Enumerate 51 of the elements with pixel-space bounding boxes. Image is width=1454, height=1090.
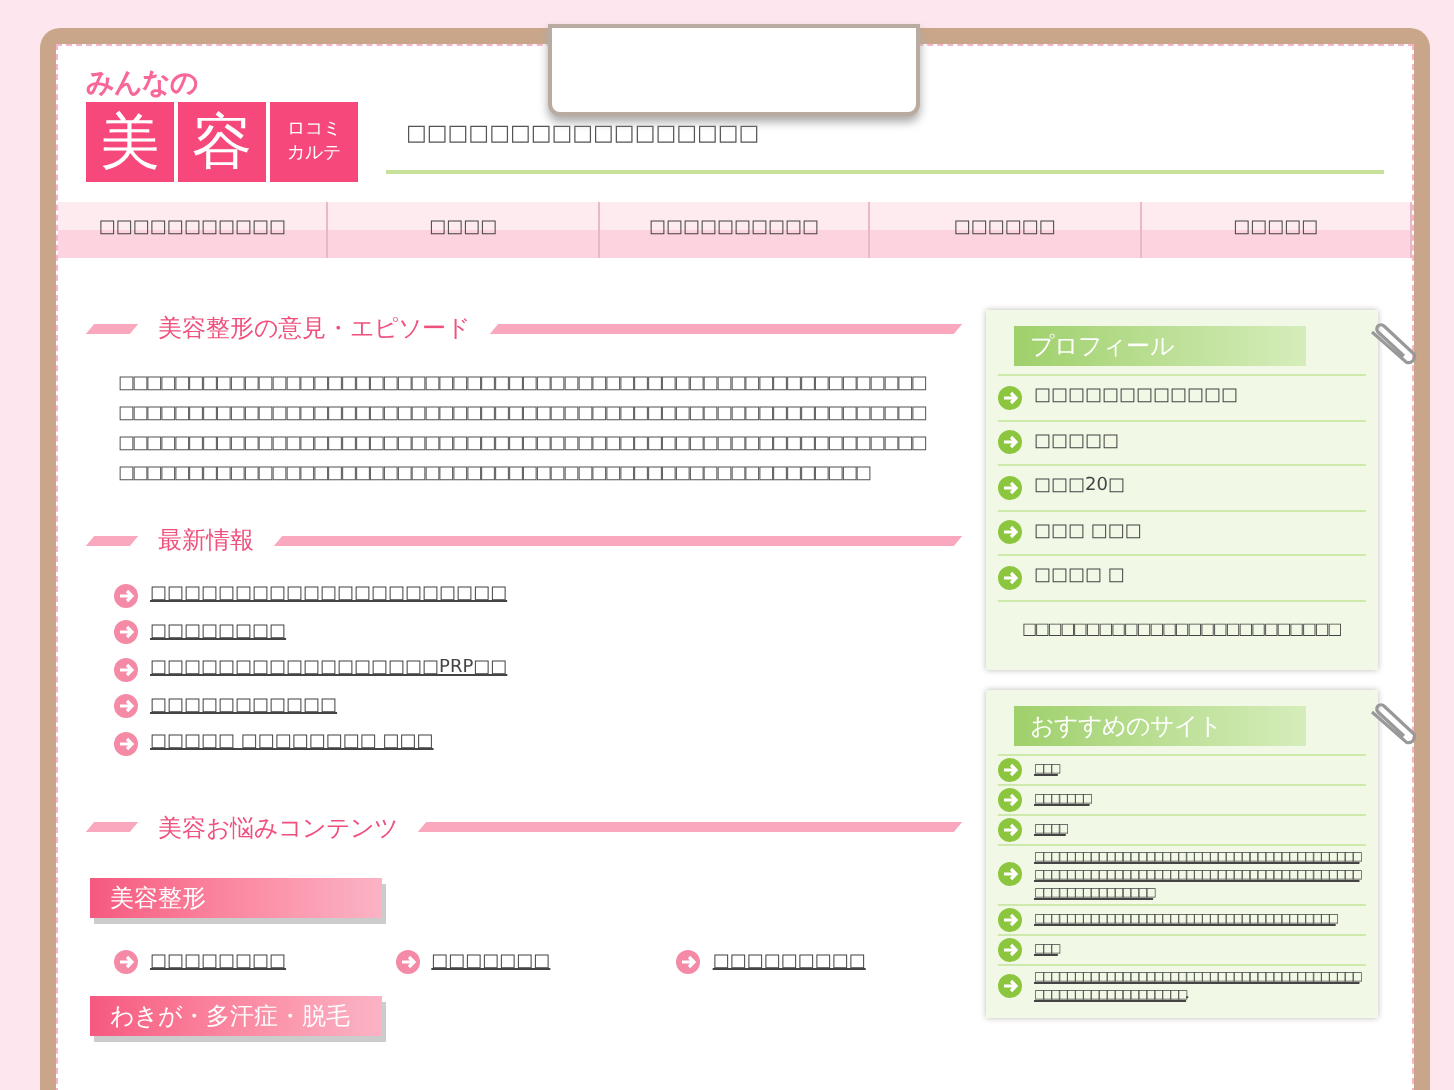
content-link[interactable]: □□□□□□□□ (150, 949, 287, 976)
news-link[interactable]: □□□□□□□□ (150, 619, 287, 646)
arrow-icon (114, 657, 138, 682)
arrow-icon (395, 950, 420, 975)
arrow-icon (676, 950, 701, 975)
arrow-icon (998, 475, 1022, 500)
nav-link[interactable]: □□□□□□ (870, 202, 1142, 258)
arrow-icon (998, 787, 1022, 811)
arrow-icon (998, 817, 1022, 841)
section-heading: 最新情報 (156, 524, 256, 558)
arrow-icon (998, 937, 1022, 961)
arrow-icon (998, 430, 1022, 455)
news-link[interactable]: □□□□□□□□□□□ (150, 693, 338, 720)
content-link[interactable]: □□□□□□□ (431, 949, 551, 976)
sidebar-link[interactable]: □□□□□□□□□□□□ (1034, 384, 1239, 411)
arrow-icon (114, 620, 138, 645)
news-link[interactable]: □□□□□□□□□□□□□□□□□□□□□ (150, 582, 508, 609)
arrow-icon (114, 950, 138, 975)
site-description: □□□□□□□□□□□□□□□□□ (404, 117, 762, 149)
arrow-icon (998, 757, 1022, 781)
panel-heading: おすすめのサイト (1014, 705, 1306, 745)
nav-link[interactable]: □□□□ (328, 202, 600, 258)
sidebar-link[interactable]: □□□□ □ (1034, 564, 1125, 591)
sidebar-link[interactable]: □□□□□ (1034, 429, 1120, 456)
nav-link[interactable]: □□□□□□□□□□□ (58, 202, 329, 258)
arrow-icon (998, 973, 1022, 997)
arrow-icon (998, 385, 1022, 410)
paperclip-icon (1366, 322, 1418, 370)
arrow-icon (998, 520, 1022, 545)
nav-link[interactable]: □□□□□ (1141, 202, 1413, 258)
arrow-icon (998, 862, 1022, 886)
arrow-icon (998, 907, 1022, 931)
news-link[interactable]: □□□□□□□□□□□□□□□□□PRP□□ (150, 656, 508, 683)
news-link[interactable]: □□□□□ □□□□□□□□ □□□ (150, 730, 434, 757)
site-logo: みんなの 美 容 ロコミ カルテ (86, 70, 358, 182)
paperclip-icon (1366, 701, 1418, 749)
content-link[interactable]: □□□□□□□□□ (712, 949, 866, 976)
section-heading: 美容お悩みコンテンツ (156, 811, 400, 845)
section-heading: 美容整形の意見・エピソード (156, 312, 472, 346)
arrow-icon (114, 694, 138, 719)
category-banner: 美容整形 (90, 877, 382, 917)
nav-link[interactable]: □□□□□□□□□□ (599, 202, 871, 258)
category-banner: わきが・多汗症・脱毛 (90, 996, 382, 1036)
arrow-icon (114, 583, 138, 608)
episode-paragraph: □□□□□□□□□□□□□□□□□□□□□□□□□□□□□□□□□□□□□□□□□□□□□□□□□□□□□□□□□□□□□□□□□□□□□□□□□□□□□□□□□□□□□□□□□□□□□□□□□□□□□□□□□□□□□□□□□□□□□□□□□□□□□□□□□□□□□□□□□□□□□□□□□□□□□□□□□□□□□□□□□□□□□□□□□□□□□□□□□□□□□□□□□□□□□□□□□□□□□□□□□□□□□□□□□□□□□□□□□□□□□□□□□□□□ (116, 372, 928, 488)
profile-note: □□□□□□□□□□□□□□□□□□□□□□□□□ (998, 599, 1366, 657)
arrow-icon (998, 565, 1022, 590)
sidebar-link[interactable]: □□□ □□□ (1034, 519, 1142, 546)
panel-heading: プロフィール (1014, 326, 1306, 366)
sidebar-link[interactable]: □□□20□ (1034, 474, 1125, 501)
arrow-icon (114, 731, 138, 756)
